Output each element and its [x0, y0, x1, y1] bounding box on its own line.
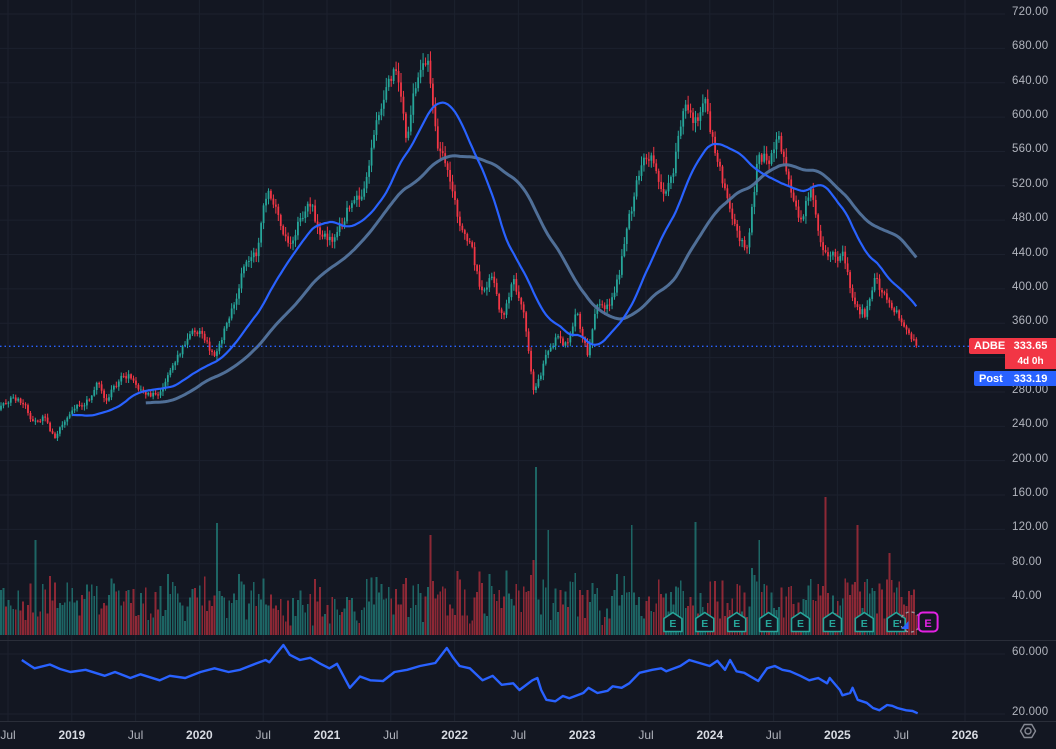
svg-text:E: E — [893, 618, 900, 630]
price-tick-label: 640.00 — [1012, 75, 1048, 87]
ma-fast-line — [72, 103, 916, 416]
svg-text:E: E — [829, 618, 836, 630]
svg-text:E: E — [733, 618, 740, 630]
last-price-badge[interactable]: 333.65 — [1005, 338, 1056, 354]
time-tick-label: Jul — [112, 728, 160, 742]
price-tick-label: 40.00 — [1012, 590, 1042, 602]
time-tick-label: 2019 — [48, 728, 96, 742]
price-tick-label: 520.00 — [1012, 178, 1048, 190]
price-tick-label: 360.00 — [1012, 315, 1048, 327]
gear-hex — [1021, 725, 1036, 738]
symbol-price-tag[interactable]: ADBE — [969, 338, 1010, 354]
time-tick-label: 2023 — [558, 728, 606, 742]
price-tick-label: 720.00 — [1012, 6, 1048, 18]
time-tick-label: 2026 — [941, 728, 989, 742]
svg-text:E: E — [861, 618, 868, 630]
price-tick-label: 480.00 — [1012, 212, 1048, 224]
price-tick-label: 600.00 — [1012, 109, 1048, 121]
chart-canvas[interactable]: EEEEEEEEE — [0, 0, 1056, 749]
svg-text:E: E — [701, 618, 708, 630]
time-tick-label: 2025 — [813, 728, 861, 742]
indicator-tick-label: 60.000 — [1012, 646, 1048, 658]
time-tick-label: Jul — [750, 728, 798, 742]
price-tick-label: 120.00 — [1012, 521, 1048, 533]
time-tick-label: Jul — [239, 728, 287, 742]
price-tick-label: 680.00 — [1012, 40, 1048, 52]
earnings-countdown-badge[interactable]: 4d 0h — [1005, 354, 1056, 369]
gear-hole — [1025, 728, 1031, 734]
post-market-price-badge[interactable]: 333.19 — [1005, 371, 1056, 386]
earnings-markers: EEEEEEEEE — [664, 612, 938, 632]
time-tick-label: Jul — [622, 728, 670, 742]
settings-gear-icon[interactable] — [1019, 722, 1037, 740]
svg-text:E: E — [797, 618, 804, 630]
price-tick-label: 560.00 — [1012, 143, 1048, 155]
price-tick-label: 400.00 — [1012, 281, 1048, 293]
price-tick-label: 80.00 — [1012, 556, 1042, 568]
svg-text:E: E — [924, 618, 931, 630]
candles — [0, 51, 917, 441]
time-tick-label: Jul — [494, 728, 542, 742]
time-axis[interactable]: Jul 2019 Jul 2020 Jul 2021 Jul 2022 Jul 2023 Jul 20… — [0, 722, 1056, 749]
indicator-tick-label: 20.000 — [1012, 706, 1048, 718]
tradingview-chart: E E E E E E E E E 720.00 680.00 640.00 600.00 560.00… — [0, 0, 1056, 749]
time-tick-label: 2020 — [175, 728, 223, 742]
time-tick-label: 2024 — [686, 728, 734, 742]
indicator-line — [22, 645, 918, 713]
svg-text:E: E — [669, 618, 676, 630]
price-tick-label: 200.00 — [1012, 453, 1048, 465]
time-tick-label: 2022 — [431, 728, 479, 742]
time-tick-label: Jul — [877, 728, 925, 742]
price-tick-label: 160.00 — [1012, 487, 1048, 499]
time-tick-label: Jul — [0, 728, 32, 742]
svg-text:E: E — [765, 618, 772, 630]
time-tick-label: Jul — [367, 728, 415, 742]
price-tick-label: 440.00 — [1012, 247, 1048, 259]
volume-bars — [0, 467, 917, 635]
time-tick-label: 2021 — [303, 728, 351, 742]
price-tick-label: 240.00 — [1012, 418, 1048, 430]
post-market-tag[interactable]: Post — [974, 371, 1008, 386]
